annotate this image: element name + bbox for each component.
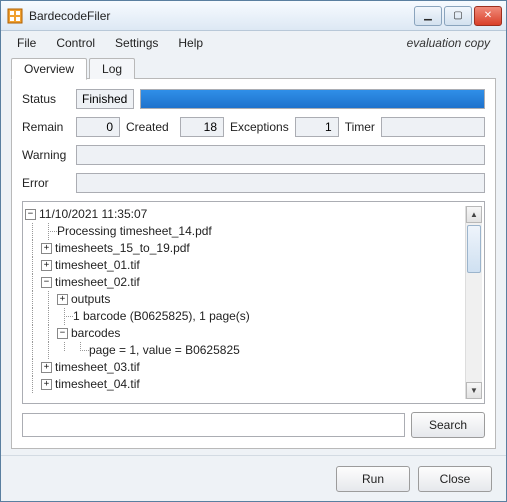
created-value: 18 [180, 117, 224, 137]
scroll-thumb[interactable] [467, 225, 481, 273]
collapse-icon[interactable]: − [41, 277, 52, 288]
overview-panel: Status Finished Remain 0 Created 18 Exce… [11, 79, 496, 449]
tree-item[interactable]: timesheet_03.tif [55, 359, 140, 376]
log-tree[interactable]: −11/10/2021 11:35:07 Processing timeshee… [22, 201, 485, 404]
expand-icon[interactable]: + [57, 294, 68, 305]
menu-help[interactable]: Help [168, 33, 213, 53]
chevron-up-icon: ▲ [470, 210, 478, 219]
evaluation-note: evaluation copy [407, 36, 500, 50]
expand-icon[interactable]: + [41, 379, 52, 390]
status-label: Status [22, 92, 70, 106]
tree-item[interactable]: 1 barcode (B0625825), 1 page(s) [73, 308, 250, 325]
remain-label: Remain [22, 120, 70, 134]
tree-item[interactable]: timesheet_04.tif [55, 376, 140, 393]
timer-value [381, 117, 485, 137]
scroll-up-button[interactable]: ▲ [466, 206, 482, 223]
created-label: Created [126, 120, 174, 134]
menu-file[interactable]: File [7, 33, 46, 53]
expand-icon[interactable]: + [41, 260, 52, 271]
expand-icon[interactable]: + [41, 243, 52, 254]
tab-strip: Overview Log [1, 55, 506, 79]
run-button[interactable]: Run [336, 466, 410, 492]
tree-item[interactable]: timesheet_01.tif [55, 257, 140, 274]
timer-label: Timer [345, 120, 375, 134]
close-button[interactable]: Close [418, 466, 492, 492]
window-title: BardecodeFiler [29, 9, 110, 23]
close-window-button[interactable]: ✕ [474, 6, 502, 26]
status-value: Finished [76, 89, 134, 109]
app-window: BardecodeFiler ▁ ▢ ✕ File Control Settin… [0, 0, 507, 502]
scroll-track[interactable] [466, 223, 482, 382]
tree-item[interactable]: outputs [71, 291, 110, 308]
menubar: File Control Settings Help evaluation co… [1, 31, 506, 55]
tab-log[interactable]: Log [89, 58, 135, 79]
menu-settings[interactable]: Settings [105, 33, 168, 53]
exceptions-value: 1 [295, 117, 339, 137]
tree-item[interactable]: page = 1, value = B0625825 [89, 342, 240, 359]
scroll-down-button[interactable]: ▼ [466, 382, 482, 399]
search-button[interactable]: Search [411, 412, 485, 438]
chevron-down-icon: ▼ [470, 386, 478, 395]
collapse-icon[interactable]: − [25, 209, 36, 220]
warning-value [76, 145, 485, 165]
tab-overview[interactable]: Overview [11, 58, 87, 80]
tree-item[interactable]: timesheets_15_to_19.pdf [55, 240, 190, 257]
expand-icon[interactable]: + [41, 362, 52, 373]
maximize-icon: ▢ [453, 10, 462, 21]
maximize-button[interactable]: ▢ [444, 6, 472, 26]
warning-label: Warning [22, 148, 70, 162]
menu-control[interactable]: Control [46, 33, 105, 53]
tree-item[interactable]: barcodes [71, 325, 120, 342]
footer: Run Close [1, 455, 506, 501]
minimize-button[interactable]: ▁ [414, 6, 442, 26]
collapse-icon[interactable]: − [57, 328, 68, 339]
tree-root[interactable]: 11/10/2021 11:35:07 [39, 206, 147, 223]
error-label: Error [22, 176, 70, 190]
tree-item[interactable]: timesheet_02.tif [55, 274, 140, 291]
progress-bar [140, 89, 485, 109]
minimize-icon: ▁ [424, 10, 432, 21]
close-icon: ✕ [484, 10, 492, 21]
tree-item[interactable]: Processing timesheet_14.pdf [57, 223, 212, 240]
tree-scrollbar[interactable]: ▲ ▼ [465, 206, 482, 399]
search-input[interactable] [22, 413, 405, 437]
titlebar[interactable]: BardecodeFiler ▁ ▢ ✕ [1, 1, 506, 31]
app-icon [7, 8, 23, 24]
remain-value: 0 [76, 117, 120, 137]
exceptions-label: Exceptions [230, 120, 289, 134]
error-value [76, 173, 485, 193]
